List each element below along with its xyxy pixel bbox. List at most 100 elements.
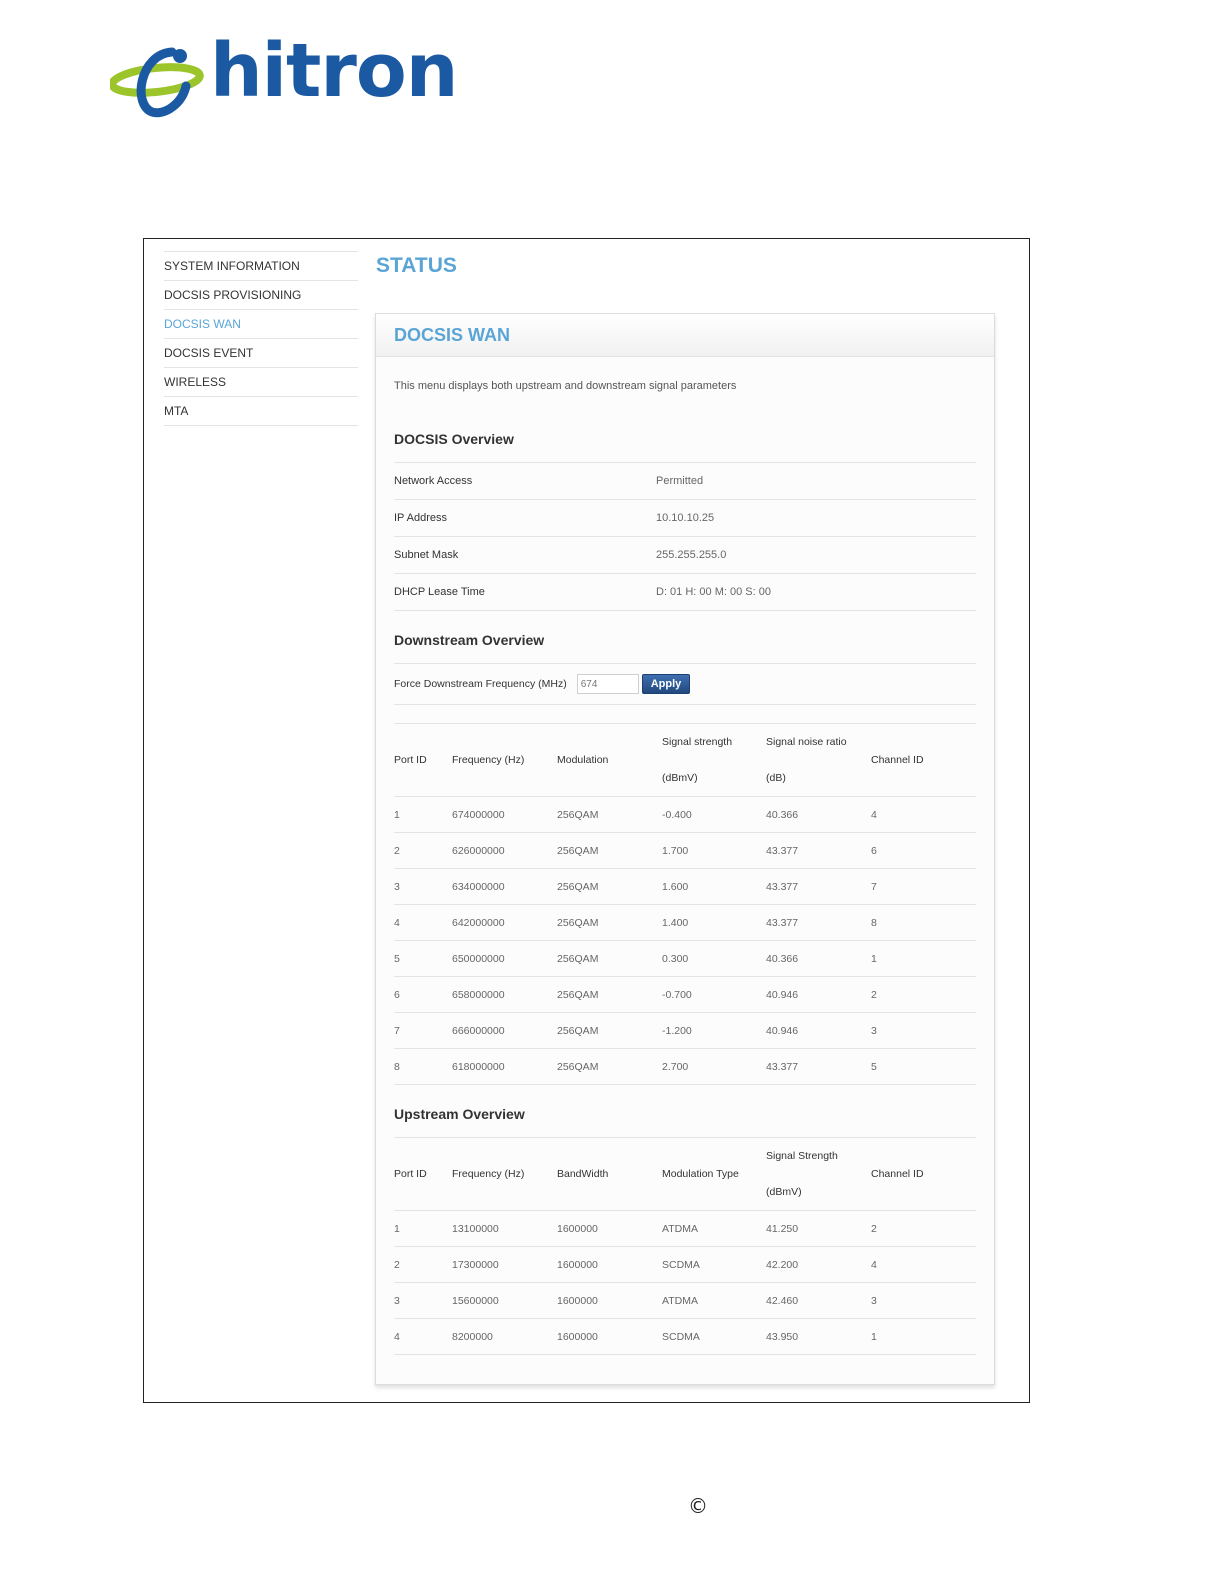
table-cell: SCDMA — [662, 1246, 766, 1283]
table-cell: 3 — [871, 1012, 976, 1049]
snr-unit: (dB) — [766, 772, 786, 784]
table-row: 8 618000000 256QAM 2.700 43.377 5 — [394, 1048, 976, 1085]
subnet-mask-label: Subnet Mask — [394, 549, 459, 561]
signal-strength-label: Signal Strength — [766, 1150, 838, 1162]
table-cell: 1600000 — [557, 1318, 662, 1355]
table-cell: 2 — [871, 976, 976, 1013]
subnet-mask-value: 255.255.255.0 — [656, 549, 727, 561]
table-cell: 41.250 — [766, 1210, 871, 1247]
copyright-symbol: © — [688, 1494, 708, 1518]
table-cell: 3 — [394, 868, 452, 905]
sidebar-item-docsis-wan[interactable]: DOCSIS WAN — [164, 310, 358, 339]
table-cell: 17300000 — [452, 1246, 557, 1283]
table-cell: 626000000 — [452, 832, 557, 869]
table-cell: 256QAM — [557, 1048, 662, 1085]
table-row: 3 15600000 1600000 ATDMA 42.460 3 — [394, 1282, 976, 1319]
table-cell: 1 — [394, 796, 452, 833]
table-cell: 256QAM — [557, 940, 662, 977]
docsis-overview-title: DOCSIS Overview — [394, 416, 976, 463]
table-cell: 2 — [394, 832, 452, 869]
table-row: 4 8200000 1600000 SCDMA 43.950 1 — [394, 1318, 976, 1355]
table-cell: 256QAM — [557, 904, 662, 941]
table-cell: 40.946 — [766, 976, 871, 1013]
table-cell: 43.377 — [766, 868, 871, 905]
table-cell: 42.460 — [766, 1282, 871, 1319]
table-cell: 7 — [394, 1012, 452, 1049]
table-row: 6 658000000 256QAM -0.700 40.946 2 — [394, 976, 976, 1013]
sidebar-item-system-information[interactable]: SYSTEM INFORMATION — [164, 251, 358, 281]
table-cell: 650000000 — [452, 940, 557, 977]
sidebar-item-mta[interactable]: MTA — [164, 397, 358, 426]
table-cell: 7 — [871, 868, 976, 905]
docsis-wan-panel: DOCSIS WAN This menu displays both upstr… — [375, 313, 995, 1385]
panel-description: This menu displays both upstream and dow… — [394, 380, 737, 392]
table-cell: 2 — [871, 1210, 976, 1247]
table-row: 2 17300000 1600000 SCDMA 42.200 4 — [394, 1246, 976, 1283]
ip-address-value: 10.10.10.25 — [656, 512, 715, 524]
table-cell: ATDMA — [662, 1282, 766, 1319]
brand-name: hitron — [210, 28, 458, 114]
table-cell: SCDMA — [662, 1318, 766, 1355]
table-row: 1 13100000 1600000 ATDMA 41.250 2 — [394, 1210, 976, 1247]
hitron-logo: hitron — [110, 34, 458, 124]
table-cell: 256QAM — [557, 796, 662, 833]
table-cell: 5 — [871, 1048, 976, 1085]
overview-row: Subnet Mask 255.255.255.0 — [394, 537, 976, 574]
table-cell: 1 — [871, 940, 976, 977]
col-bandwidth: BandWidth — [557, 1138, 662, 1211]
network-access-label: Network Access — [394, 475, 473, 487]
table-cell: 666000000 — [452, 1012, 557, 1049]
table-cell: 4 — [871, 1246, 976, 1283]
col-frequency: Frequency (Hz) — [452, 723, 557, 797]
table-cell: 40.366 — [766, 940, 871, 977]
signal-strength-label: Signal strength — [662, 736, 733, 748]
downstream-overview-title: Downstream Overview — [394, 617, 976, 664]
table-cell: 6 — [871, 832, 976, 869]
table-cell: 256QAM — [557, 976, 662, 1013]
table-cell: -0.400 — [662, 796, 766, 833]
panel-header: DOCSIS WAN — [376, 314, 994, 357]
table-cell: 642000000 — [452, 904, 557, 941]
upstream-header-row: Port ID Frequency (Hz) BandWidth Modulat… — [394, 1138, 976, 1211]
col-channel-id: Channel ID — [871, 723, 976, 797]
table-cell: 43.377 — [766, 1048, 871, 1085]
downstream-table-body: 1 674000000 256QAM -0.400 40.366 4 2 626000000 2… — [394, 796, 976, 1085]
force-frequency-input[interactable] — [576, 674, 639, 694]
force-frequency-label: Force Downstream Frequency (MHz) — [394, 678, 567, 690]
table-cell: 1.400 — [662, 904, 766, 941]
upstream-table-body: 1 13100000 1600000 ATDMA 41.250 2 2 17300000 160… — [394, 1210, 976, 1355]
col-modulation-type: Modulation Type — [662, 1138, 766, 1211]
force-frequency-row: Force Downstream Frequency (MHz) Apply — [394, 664, 976, 705]
table-cell: 2 — [394, 1246, 452, 1283]
table-cell: 674000000 — [452, 796, 557, 833]
apply-button[interactable]: Apply — [641, 674, 691, 694]
signal-strength-unit: (dBmV) — [662, 772, 698, 784]
sidebar-item-docsis-provisioning[interactable]: DOCSIS PROVISIONING — [164, 281, 358, 310]
table-cell: 1600000 — [557, 1246, 662, 1283]
ip-address-label: IP Address — [394, 512, 447, 524]
table-cell: 42.200 — [766, 1246, 871, 1283]
col-snr: Signal noise ratio (dB) — [766, 723, 871, 797]
table-cell: 3 — [871, 1282, 976, 1319]
col-channel-id: Channel ID — [871, 1138, 976, 1211]
sidebar-item-docsis-event[interactable]: DOCSIS EVENT — [164, 339, 358, 368]
table-cell: 1 — [394, 1210, 452, 1247]
table-cell: 634000000 — [452, 868, 557, 905]
table-cell: 5 — [394, 940, 452, 977]
table-cell: 43.377 — [766, 832, 871, 869]
col-port-id: Port ID — [394, 1138, 452, 1211]
downstream-table: Port ID Frequency (Hz) Modulation Signal… — [394, 723, 976, 1085]
table-cell: 6 — [394, 976, 452, 1013]
col-frequency: Frequency (Hz) — [452, 1138, 557, 1211]
table-cell: -1.200 — [662, 1012, 766, 1049]
downstream-header-row: Port ID Frequency (Hz) Modulation Signal… — [394, 723, 976, 797]
table-row: 5 650000000 256QAM 0.300 40.366 1 — [394, 940, 976, 977]
network-access-value: Permitted — [656, 475, 704, 487]
table-cell: 1600000 — [557, 1210, 662, 1247]
sidebar: SYSTEM INFORMATION DOCSIS PROVISIONING D… — [164, 251, 358, 426]
upstream-table: Port ID Frequency (Hz) BandWidth Modulat… — [394, 1138, 976, 1355]
sidebar-item-wireless[interactable]: WIRELESS — [164, 368, 358, 397]
table-cell: 13100000 — [452, 1210, 557, 1247]
page-title: STATUS — [376, 254, 457, 277]
table-cell: 4 — [394, 904, 452, 941]
